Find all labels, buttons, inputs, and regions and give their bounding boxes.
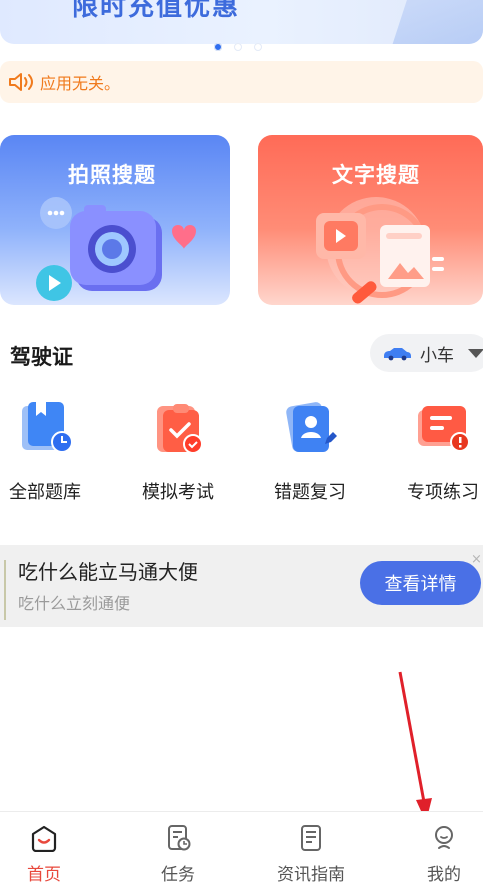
home-icon bbox=[31, 825, 57, 853]
tab-label: 资讯指南 bbox=[277, 865, 345, 885]
tab-label: 任务 bbox=[161, 865, 195, 885]
tab-news-guide[interactable]: 资讯指南 bbox=[251, 824, 371, 885]
tab-label: 首页 bbox=[27, 865, 61, 885]
tab-home[interactable]: 首页 bbox=[0, 824, 104, 885]
bottom-tab-bar: 首页 任务 资讯指南 我的 bbox=[0, 811, 483, 889]
tab-profile[interactable]: 我的 bbox=[384, 824, 483, 885]
news-icon bbox=[301, 825, 321, 851]
tab-label: 我的 bbox=[427, 865, 461, 885]
profile-icon bbox=[435, 826, 453, 849]
tab-tasks[interactable]: 任务 bbox=[118, 824, 238, 885]
task-icon bbox=[168, 825, 191, 851]
annotation-arrow-icon bbox=[398, 671, 432, 822]
